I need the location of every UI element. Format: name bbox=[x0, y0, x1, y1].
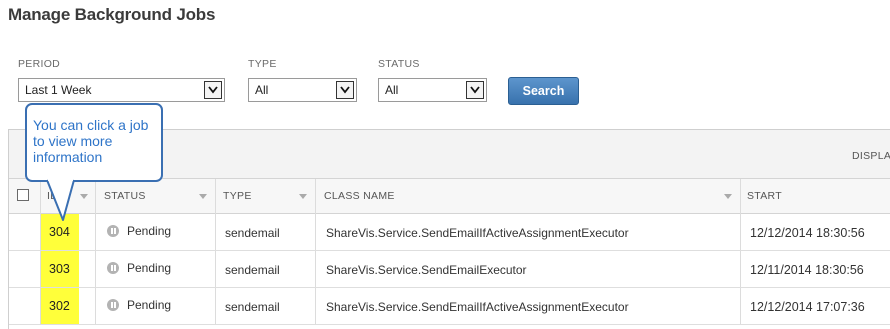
type-label: TYPE bbox=[248, 58, 277, 70]
select-all-checkbox[interactable] bbox=[17, 189, 29, 201]
job-id[interactable]: 302 bbox=[49, 299, 70, 313]
status-select[interactable]: All bbox=[378, 78, 487, 102]
job-class-name: ShareVis.Service.SendEmailExecutor bbox=[326, 263, 527, 277]
job-type: sendemail bbox=[225, 300, 280, 314]
pause-icon bbox=[107, 225, 119, 237]
sort-caret-icon[interactable] bbox=[80, 194, 88, 199]
display-options-label[interactable]: DISPLAY bbox=[852, 150, 890, 162]
job-class-name: ShareVis.Service.SendEmailIfActiveAssign… bbox=[326, 300, 629, 314]
job-type: sendemail bbox=[225, 226, 280, 240]
callout-pointer bbox=[46, 179, 75, 221]
column-divider bbox=[215, 179, 216, 325]
chevron-down-icon[interactable] bbox=[466, 81, 484, 99]
search-button[interactable]: Search bbox=[508, 77, 579, 105]
job-id[interactable]: 304 bbox=[49, 225, 70, 239]
column-divider bbox=[315, 179, 316, 325]
sort-caret-icon[interactable] bbox=[299, 194, 307, 199]
column-header-start[interactable]: START bbox=[747, 179, 782, 213]
page-title: Manage Background Jobs bbox=[8, 5, 216, 24]
pause-icon bbox=[107, 262, 119, 274]
job-status: Pending bbox=[127, 298, 172, 312]
job-type: sendemail bbox=[225, 263, 280, 277]
row-divider bbox=[9, 250, 890, 251]
status-select-value: All bbox=[385, 83, 399, 97]
period-select[interactable]: Last 1 Week bbox=[18, 78, 225, 102]
job-start: 12/12/2014 18:30:56 bbox=[750, 226, 865, 240]
column-divider bbox=[740, 179, 741, 325]
pause-icon bbox=[107, 299, 119, 311]
status-label: STATUS bbox=[378, 58, 420, 70]
column-header-status[interactable]: STATUS bbox=[104, 179, 146, 213]
type-select[interactable]: All bbox=[248, 78, 357, 102]
column-header-type[interactable]: TYPE bbox=[223, 179, 252, 213]
job-id[interactable]: 303 bbox=[49, 262, 70, 276]
chevron-down-icon[interactable] bbox=[204, 81, 222, 99]
job-status: Pending bbox=[127, 224, 172, 238]
type-select-value: All bbox=[255, 83, 269, 97]
column-header-class-name[interactable]: CLASS NAME bbox=[324, 179, 395, 213]
job-class-name: ShareVis.Service.SendEmailIfActiveAssign… bbox=[326, 226, 629, 240]
job-start: 12/12/2014 17:07:36 bbox=[750, 300, 865, 314]
chevron-down-icon[interactable] bbox=[336, 81, 354, 99]
period-label: PERIOD bbox=[18, 58, 61, 70]
column-divider bbox=[95, 179, 96, 325]
job-status: Pending bbox=[127, 261, 172, 275]
job-start: 12/11/2014 18:30:56 bbox=[750, 263, 864, 277]
row-divider bbox=[9, 287, 890, 288]
callout-text: You can click a job to view more informa… bbox=[33, 117, 149, 165]
sort-caret-icon[interactable] bbox=[199, 194, 207, 199]
period-select-value: Last 1 Week bbox=[25, 83, 92, 97]
sort-caret-icon[interactable] bbox=[724, 194, 732, 199]
